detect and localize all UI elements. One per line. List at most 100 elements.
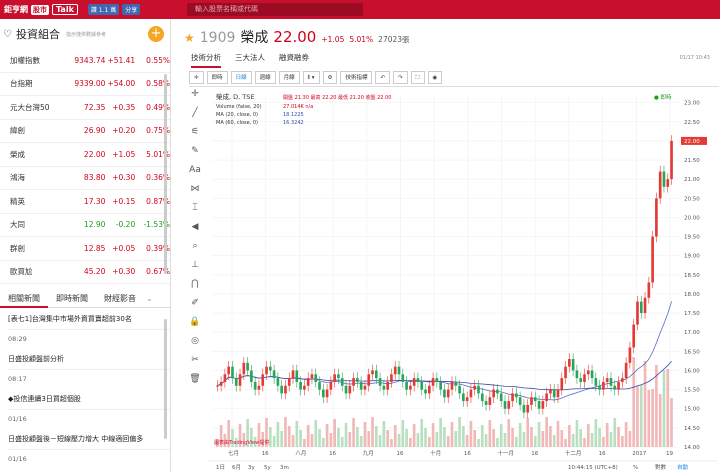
undo-icon[interactable]: ↶ [375, 71, 391, 84]
like-button[interactable]: 讚 1.1 萬 [87, 4, 120, 15]
volume-bar [473, 430, 477, 447]
scale-option[interactable]: % [633, 465, 638, 471]
volume-bar [397, 434, 401, 447]
cut-icon[interactable]: ✂ [187, 355, 203, 374]
gear-icon[interactable]: ⚙ [322, 71, 338, 84]
range-monthly-button[interactable]: 月線 [278, 71, 300, 84]
portfolio-row[interactable]: 鴻海 83.80 +0.30 0.36% [0, 167, 170, 190]
range-button[interactable]: 3y [248, 465, 255, 471]
volume-bar [276, 422, 280, 447]
site-logo[interactable]: 鉅亨網 股市 Talk [4, 4, 78, 15]
fib-tool-icon[interactable]: ⚟ [187, 127, 203, 146]
pencil-lock-icon[interactable]: ✐ [187, 298, 203, 317]
camera-icon[interactable]: ◉ [427, 71, 443, 84]
candle-body [609, 378, 613, 386]
candle-body [405, 381, 408, 390]
portfolio-row[interactable]: 歐買尬 45.20 +0.30 0.67% [0, 261, 170, 284]
candle-type-icon[interactable]: ⫴ ▾ [302, 71, 320, 84]
candle-body [533, 397, 537, 402]
add-stock-button[interactable]: + [148, 26, 164, 42]
measure-tool-icon[interactable]: ⌶ [187, 203, 203, 222]
tab-margin[interactable]: 融資融券 [279, 52, 309, 68]
news-item[interactable]: 日盛投顧盤後－短線壓力增大 中線適回偏多 [8, 428, 170, 450]
line-tool-icon[interactable]: ╱ [187, 108, 203, 127]
scale-option[interactable]: 對數 [655, 463, 667, 471]
tab-finance-video[interactable]: 財經影音 [96, 290, 144, 308]
portfolio-row[interactable]: 台指期 9339.00 +54.00 0.58% [0, 73, 170, 96]
range-button[interactable]: 3m [280, 465, 289, 471]
portfolio-row[interactable]: 榮成 22.00 +1.05 5.01% [0, 143, 170, 167]
volume-bar [431, 423, 435, 447]
news-item[interactable]: [表七1]台灣集中市場外資買賣超前30名 [8, 308, 170, 330]
portfolio-row[interactable]: 緯創 26.90 +0.20 0.75% [0, 120, 170, 143]
portfolio-row[interactable]: 元大台灣50 72.35 +0.35 0.49% [0, 96, 170, 120]
range-button[interactable]: 6月 [232, 464, 241, 471]
share-button[interactable]: 分享 [122, 4, 141, 15]
tab-institutional[interactable]: 三大法人 [235, 52, 265, 68]
crosshair-icon[interactable]: ✛ [189, 71, 204, 84]
redo-icon[interactable]: ↷ [393, 71, 408, 84]
ruler-icon[interactable]: ⊥ [187, 260, 203, 279]
candle-body [624, 362, 628, 379]
portfolio-price: 9339.00 [74, 79, 106, 89]
fullscreen-icon[interactable]: ⛶ [410, 71, 425, 84]
x-tick-label: 16 [396, 451, 403, 457]
range-button[interactable]: 5y [264, 465, 271, 471]
indicators-button[interactable]: 技術指標 [340, 71, 373, 84]
volume-bar [454, 431, 458, 447]
eye-icon[interactable]: ◎ [187, 336, 203, 355]
portfolio-row[interactable]: 群創 12.85 +0.05 0.39% [0, 237, 170, 261]
candle-body [386, 381, 389, 390]
zoom-icon[interactable]: ⌕ [187, 241, 203, 260]
portfolio-name: 群創 [10, 243, 25, 253]
lock-icon[interactable]: 🔒 [187, 317, 203, 336]
candle-body [246, 362, 249, 371]
text-tool-icon[interactable]: Aa [187, 165, 203, 184]
candle-body [477, 385, 480, 394]
news-item[interactable]: ◆投信連續3日買超個股 [8, 388, 170, 410]
portfolio-change: +0.35 [112, 102, 136, 112]
brush-icon[interactable]: ✎ [187, 146, 203, 165]
chevron-down-icon[interactable]: ⌄ [144, 290, 155, 308]
scale-option[interactable]: 自動 [677, 463, 689, 471]
magnet-icon[interactable]: ⋂ [187, 279, 203, 298]
portfolio-row[interactable]: 加權指數 9343.74 +51.41 0.55% [0, 49, 170, 73]
portfolio-price: 9343.74 [74, 55, 106, 65]
star-icon[interactable]: ★ [184, 31, 195, 45]
volume-bar [613, 418, 617, 447]
portfolio-row[interactable]: 精英 17.30 +0.15 0.87% [0, 190, 170, 214]
candle-body [295, 370, 299, 382]
range-realtime-button[interactable]: 即時 [206, 71, 228, 84]
cursor-icon[interactable]: ✛ [187, 89, 203, 108]
news-item[interactable]: 日盛投顧盤前分析 [8, 348, 170, 370]
tab-live-news[interactable]: 即時新聞 [48, 290, 96, 308]
tab-technical[interactable]: 技術分析 [191, 52, 221, 68]
volume-bar [291, 435, 295, 447]
volume-bar [420, 419, 424, 447]
scrollbar[interactable] [164, 74, 167, 274]
y-tick-label: 17.50 [684, 311, 700, 317]
price-chart[interactable]: 23.00 22.50 22.00 21.50 21.00 20.50 20.00 19.50… [208, 89, 718, 472]
candle-body [435, 378, 439, 382]
y-tick-label: 14.00 [684, 445, 700, 451]
trash-icon[interactable]: 🗑 [187, 374, 203, 393]
y-tick-label: 19.50 [684, 235, 700, 241]
range-weekly-button[interactable]: 週線 [254, 71, 276, 84]
arrow-left-icon[interactable]: ◀ [187, 222, 203, 241]
range-button[interactable]: 1日 [216, 464, 225, 471]
candle-body [583, 374, 586, 382]
portfolio-price: 83.80 [83, 173, 106, 183]
portfolio-name: 緯創 [10, 126, 25, 136]
candle-body [518, 397, 522, 405]
tab-related-news[interactable]: 相關新聞 [0, 290, 48, 308]
pattern-tool-icon[interactable]: ⋈ [187, 184, 203, 203]
portfolio-price: 17.30 [83, 196, 106, 206]
volume-bar [624, 422, 628, 447]
volume-bar [435, 432, 439, 447]
scrollbar[interactable] [164, 319, 167, 439]
search-input[interactable]: 輸入股票名稱或代碼 [187, 3, 363, 16]
range-daily-button[interactable]: 日線 [230, 71, 252, 84]
volume-bar [348, 432, 352, 447]
candle-body [443, 389, 446, 398]
portfolio-row[interactable]: 大同 12.90 -0.20 -1.53% [0, 214, 170, 237]
